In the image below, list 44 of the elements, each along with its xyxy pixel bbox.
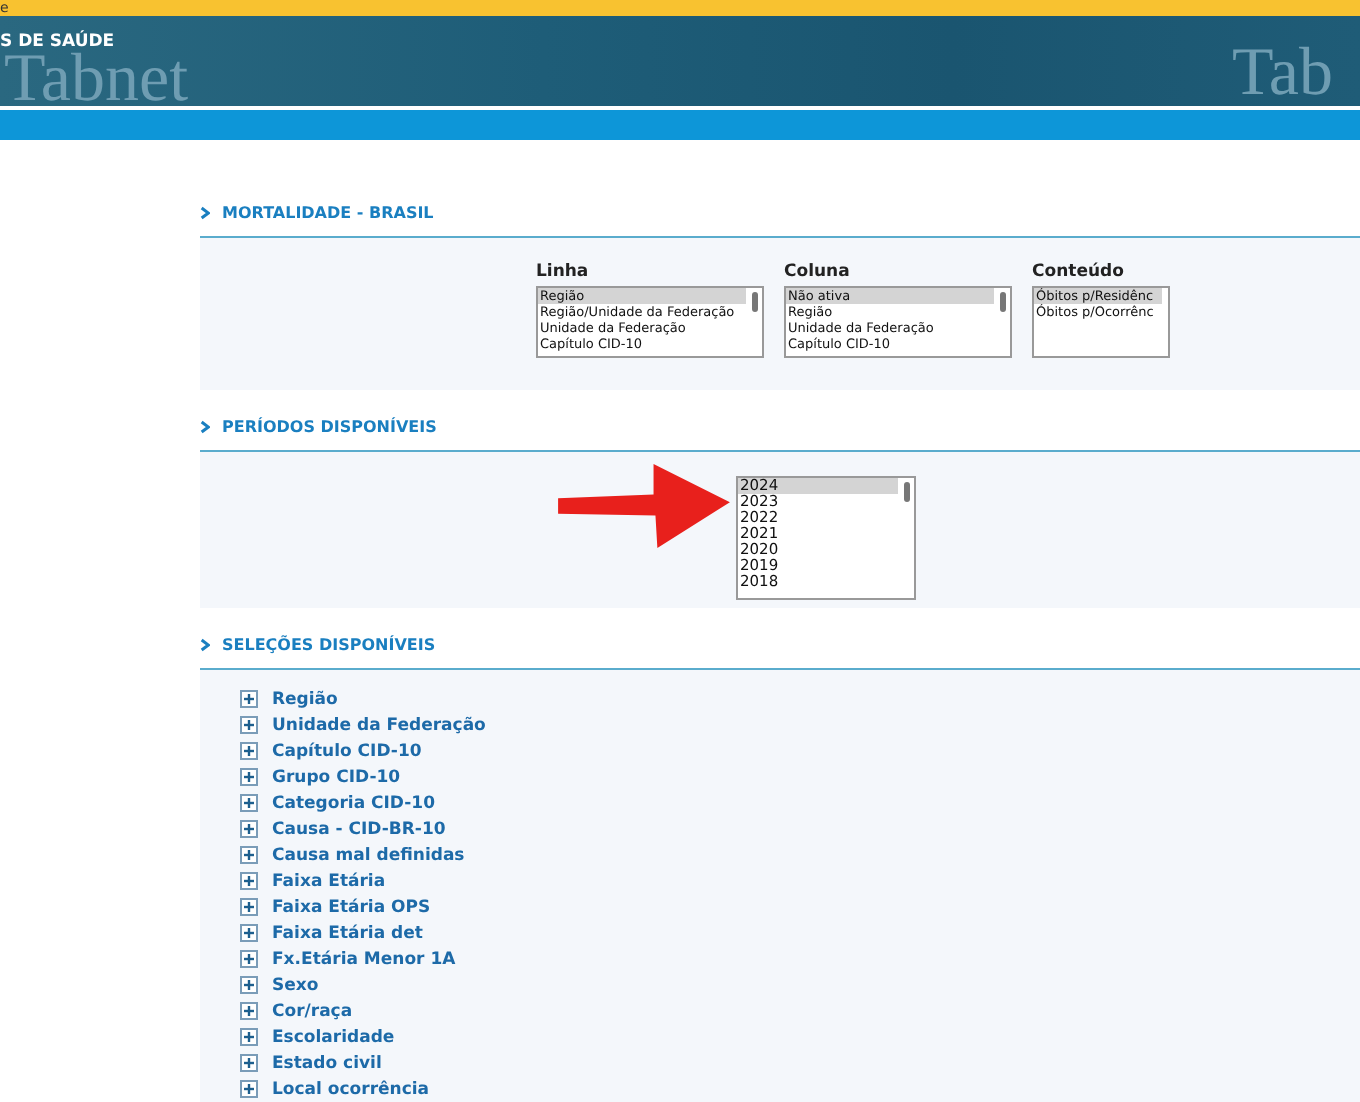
selector-label: Linha	[536, 262, 591, 282]
tree-item[interactable]: Fx.Etária Menor 1A	[272, 949, 456, 969]
tree-item[interactable]: Unidade da Federação	[272, 715, 486, 735]
expand-icon[interactable]	[240, 742, 258, 760]
selector-label: Conteúdo	[1032, 262, 1126, 282]
tree-item[interactable]: Grupo CID-10	[272, 767, 401, 787]
expand-icon[interactable]	[240, 924, 258, 942]
chevron-icon	[200, 419, 210, 433]
tree-item[interactable]: Causa mal definidas	[272, 845, 465, 865]
tree-item[interactable]: Faixa Etária det	[272, 923, 423, 943]
expand-icon[interactable]	[240, 820, 258, 838]
chevron-icon	[200, 205, 210, 219]
tree-item[interactable]: Região	[272, 689, 338, 709]
tree-item[interactable]: Escolaridade	[272, 1027, 395, 1047]
expand-icon[interactable]	[240, 1028, 258, 1046]
tree-item[interactable]: Capítulo CID-10	[272, 741, 422, 761]
expand-icon[interactable]	[240, 1080, 258, 1098]
tree-item[interactable]: Sexo	[272, 975, 319, 995]
logo-text: Tab	[1232, 44, 1333, 104]
section-title: SELEÇÕES DISPONÍVEIS	[222, 635, 436, 653]
logo-text: Tabnet	[4, 50, 189, 106]
section-title: PERÍODOS DISPONÍVEIS	[222, 417, 437, 435]
selector-label: Coluna	[784, 262, 852, 282]
expand-icon[interactable]	[240, 1054, 258, 1072]
tree-item[interactable]: Categoria CID-10	[272, 793, 435, 813]
banner-title: S DE SAÚDE	[0, 32, 115, 52]
section-title: MORTALIDADE - BRASIL	[222, 203, 434, 221]
expand-icon[interactable]	[240, 976, 258, 994]
expand-icon[interactable]	[240, 768, 258, 786]
tree-item[interactable]: Local ocorrência	[272, 1079, 430, 1099]
expand-icon[interactable]	[240, 950, 258, 968]
tree-item[interactable]: Cor/raça	[272, 1001, 353, 1021]
expand-icon[interactable]	[240, 716, 258, 734]
expand-icon[interactable]	[240, 794, 258, 812]
tree-item[interactable]: Faixa Etária	[272, 871, 386, 891]
expand-icon[interactable]	[240, 846, 258, 864]
expand-icon[interactable]	[240, 690, 258, 708]
tree-item[interactable]: Causa - CID-BR-10	[272, 819, 446, 839]
tree-item[interactable]: Faixa Etária OPS	[272, 897, 431, 917]
expand-icon[interactable]	[240, 1002, 258, 1020]
tree-item[interactable]: Estado civil	[272, 1053, 382, 1073]
expand-icon[interactable]	[240, 872, 258, 890]
expand-icon[interactable]	[240, 898, 258, 916]
chevron-icon	[200, 637, 210, 651]
